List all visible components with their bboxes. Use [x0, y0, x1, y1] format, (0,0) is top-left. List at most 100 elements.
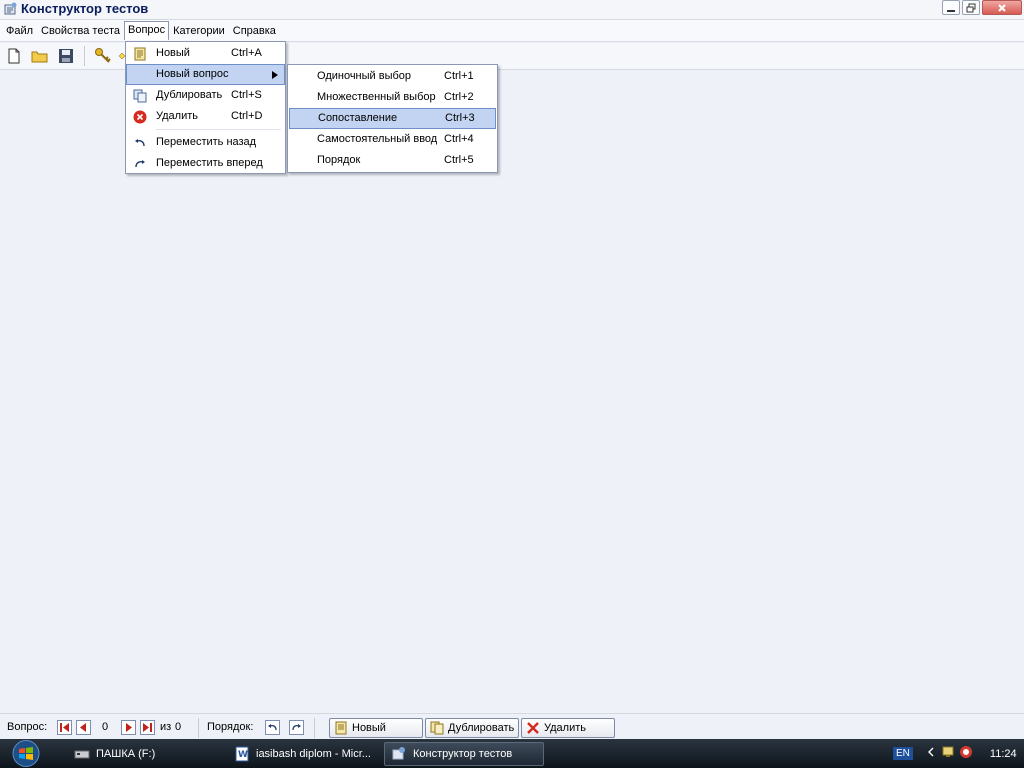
previous-icon — [80, 723, 86, 732]
delete-question-button[interactable]: Удалить — [521, 718, 615, 738]
question-menu-dropdown: Новый Ctrl+A Новый вопрос Дублировать Ct… — [125, 41, 286, 174]
toolbar-separator — [84, 46, 85, 66]
app-icon — [3, 2, 18, 17]
menu-item-shortcut: Ctrl+S — [231, 89, 262, 101]
menu-test-properties[interactable]: Свойства теста — [37, 22, 124, 40]
tray-expand-icon[interactable] — [927, 747, 935, 760]
menu-bar: Файл Свойства теста Вопрос Категории Спр… — [0, 20, 1024, 42]
title-bar: Конструктор тестов — [0, 0, 1024, 20]
menu-item-label: Удалить — [156, 110, 198, 122]
submenu-item-multiple-choice[interactable]: Множественный выбор Ctrl+2 — [288, 87, 497, 108]
save-icon — [59, 49, 73, 63]
close-icon — [998, 3, 1006, 12]
bottom-separator — [198, 718, 199, 738]
duplicate-icon — [430, 721, 444, 735]
submenu-item-matching[interactable]: Сопоставление Ctrl+3 — [289, 108, 496, 129]
restore-button[interactable] — [962, 0, 980, 15]
first-question-button[interactable] — [57, 720, 72, 735]
menu-file[interactable]: Файл — [2, 22, 37, 40]
menu-item-shortcut: Ctrl+5 — [444, 154, 474, 166]
app-icon — [392, 747, 405, 760]
of-label: из — [160, 721, 172, 733]
system-tray: EN 11:24 — [893, 739, 1017, 768]
duplicate-button-label: Дублировать — [448, 722, 515, 734]
menu-item-move-back[interactable]: Переместить назад — [126, 132, 285, 153]
svg-text:W: W — [238, 750, 248, 760]
new-file-button[interactable] — [3, 45, 25, 67]
menu-item-label: Дублировать — [156, 89, 223, 101]
move-forward-icon — [292, 724, 301, 731]
new-question-icon — [335, 721, 347, 735]
security-icon[interactable] — [959, 745, 973, 762]
last-question-button[interactable] — [140, 720, 155, 735]
new-button-label: Новый — [352, 722, 386, 734]
delete-icon — [132, 109, 148, 125]
open-folder-icon — [31, 51, 48, 63]
menu-item-duplicate[interactable]: Дублировать Ctrl+S — [126, 85, 285, 106]
window-controls — [942, 0, 1022, 15]
menu-item-label: Сопоставление — [318, 112, 398, 124]
first-icon — [60, 723, 69, 732]
next-icon — [126, 723, 132, 732]
menu-categories[interactable]: Категории — [169, 22, 229, 40]
new-question-button[interactable]: Новый — [329, 718, 423, 738]
submenu-arrow-icon — [272, 70, 278, 82]
menu-item-label: Переместить вперед — [156, 157, 263, 169]
new-question-icon — [132, 46, 148, 62]
move-back-icon — [268, 724, 277, 731]
taskbar-item-test-constructor[interactable]: Конструктор тестов — [384, 742, 544, 766]
order-forward-button[interactable] — [289, 720, 304, 735]
order-back-button[interactable] — [265, 720, 280, 735]
menu-item-shortcut: Ctrl+D — [231, 110, 263, 122]
minimize-button[interactable] — [942, 0, 960, 15]
open-folder-button[interactable] — [29, 45, 51, 67]
menu-item-label: Переместить назад — [156, 136, 257, 148]
menu-item-shortcut: Ctrl+A — [231, 47, 262, 59]
menu-item-shortcut: Ctrl+2 — [444, 91, 474, 103]
duplicate-icon — [132, 88, 148, 104]
taskbar-item-label: Конструктор тестов — [413, 748, 513, 760]
current-question-number: 0 — [102, 721, 109, 733]
menu-item-new-question[interactable]: Новый вопрос — [126, 64, 285, 85]
close-button[interactable] — [982, 0, 1022, 15]
taskbar-item-word[interactable]: W iasibash diplom - Micr... — [228, 742, 378, 766]
menu-item-move-forward[interactable]: Переместить вперед — [126, 153, 285, 174]
new-file-icon — [8, 48, 20, 64]
key-icon — [95, 48, 111, 63]
move-forward-icon — [132, 156, 148, 172]
language-indicator[interactable]: EN — [893, 747, 913, 760]
menu-item-shortcut: Ctrl+3 — [445, 112, 475, 124]
bottom-separator — [314, 718, 315, 738]
network-icon[interactable] — [942, 745, 956, 762]
menu-item-shortcut: Ctrl+4 — [444, 133, 474, 145]
move-back-icon — [132, 135, 148, 151]
submenu-item-free-input[interactable]: Самостоятельный ввод Ctrl+4 — [288, 129, 497, 150]
menu-item-label: Новый — [156, 47, 190, 59]
menu-item-label: Самостоятельный ввод — [317, 133, 438, 145]
next-question-button[interactable] — [121, 720, 136, 735]
minimize-icon — [947, 9, 955, 12]
question-label: Вопрос: — [7, 721, 48, 733]
clock[interactable]: 11:24 — [990, 748, 1017, 760]
menu-question[interactable]: Вопрос — [123, 21, 170, 40]
key-button[interactable] — [92, 45, 114, 67]
taskbar-item-label: ПАШКА (F:) — [96, 748, 156, 760]
menu-help[interactable]: Справка — [229, 22, 280, 40]
menu-item-new[interactable]: Новый Ctrl+A — [126, 43, 285, 64]
previous-question-button[interactable] — [76, 720, 91, 735]
window-title: Конструктор тестов — [21, 1, 149, 16]
duplicate-question-button[interactable]: Дублировать — [425, 718, 519, 738]
menu-item-label: Множественный выбор — [317, 91, 436, 103]
menu-item-label: Одиночный выбор — [317, 70, 412, 82]
start-button[interactable] — [4, 739, 44, 768]
question-navigation-bar: Вопрос: 0 из 0 Порядок: Новый Дублироват… — [0, 713, 1024, 739]
menu-item-label: Новый вопрос — [156, 68, 229, 80]
taskbar-item-label: iasibash diplom - Micr... — [256, 748, 371, 760]
menu-item-delete[interactable]: Удалить Ctrl+D — [126, 106, 285, 127]
taskbar-item-drive[interactable]: ПАШКА (F:) — [68, 742, 218, 766]
submenu-item-order[interactable]: Порядок Ctrl+5 — [288, 150, 497, 171]
save-button[interactable] — [55, 45, 77, 67]
submenu-item-single-choice[interactable]: Одиночный выбор Ctrl+1 — [288, 66, 497, 87]
drive-icon — [74, 750, 90, 759]
windows-start-icon — [12, 740, 40, 767]
